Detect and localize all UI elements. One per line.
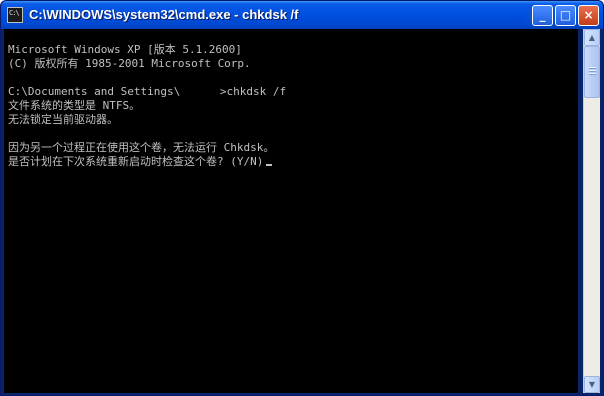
- text-cursor: [266, 164, 273, 166]
- console-window: C:\ C:\WINDOWS\system32\cmd.exe - chkdsk…: [0, 0, 604, 396]
- console-line-lock-error: 无法锁定当前驱动器。: [8, 113, 118, 126]
- title-bar[interactable]: C:\ C:\WINDOWS\system32\cmd.exe - chkdsk…: [1, 1, 603, 29]
- console-line-copyright: (C) 版权所有 1985-2001 Microsoft Corp.: [8, 57, 251, 70]
- scroll-up-icon[interactable]: ▲: [584, 29, 600, 46]
- console-line-in-use: 因为另一个过程正在使用这个卷，无法运行 Chkdsk。: [8, 141, 275, 154]
- grip-icon: [589, 67, 596, 76]
- cmd-icon[interactable]: C:\: [7, 7, 23, 23]
- scroll-down-icon[interactable]: ▼: [584, 376, 600, 393]
- console-output[interactable]: Microsoft Windows XP [版本 5.1.2600] (C) 版…: [4, 29, 578, 393]
- console-line-fs-type: 文件系统的类型是 NTFS。: [8, 99, 141, 112]
- console-line-blank: [8, 127, 286, 141]
- window-title: C:\WINDOWS\system32\cmd.exe - chkdsk /f: [29, 7, 299, 22]
- vertical-scrollbar[interactable]: ▲ ▼: [583, 29, 600, 393]
- prompt-text: 是否计划在下次系统重新启动时检查这个卷? (Y/N): [8, 155, 264, 168]
- console-line-blank: [8, 71, 286, 85]
- console-lines: Microsoft Windows XP [版本 5.1.2600] (C) 版…: [8, 43, 286, 169]
- console-line-version: Microsoft Windows XP [版本 5.1.2600]: [8, 43, 242, 56]
- console-line-prompt: 是否计划在下次系统重新启动时检查这个卷? (Y/N): [8, 155, 286, 169]
- minimize-button[interactable]: _: [532, 5, 553, 26]
- close-button[interactable]: ×: [578, 5, 599, 26]
- scroll-thumb[interactable]: [584, 46, 600, 98]
- maximize-button[interactable]: □: [555, 5, 576, 26]
- cmd-icon-glyph: C:\: [9, 9, 20, 17]
- console-line-command: C:\Documents and Settings\ >chkdsk /f: [8, 85, 287, 98]
